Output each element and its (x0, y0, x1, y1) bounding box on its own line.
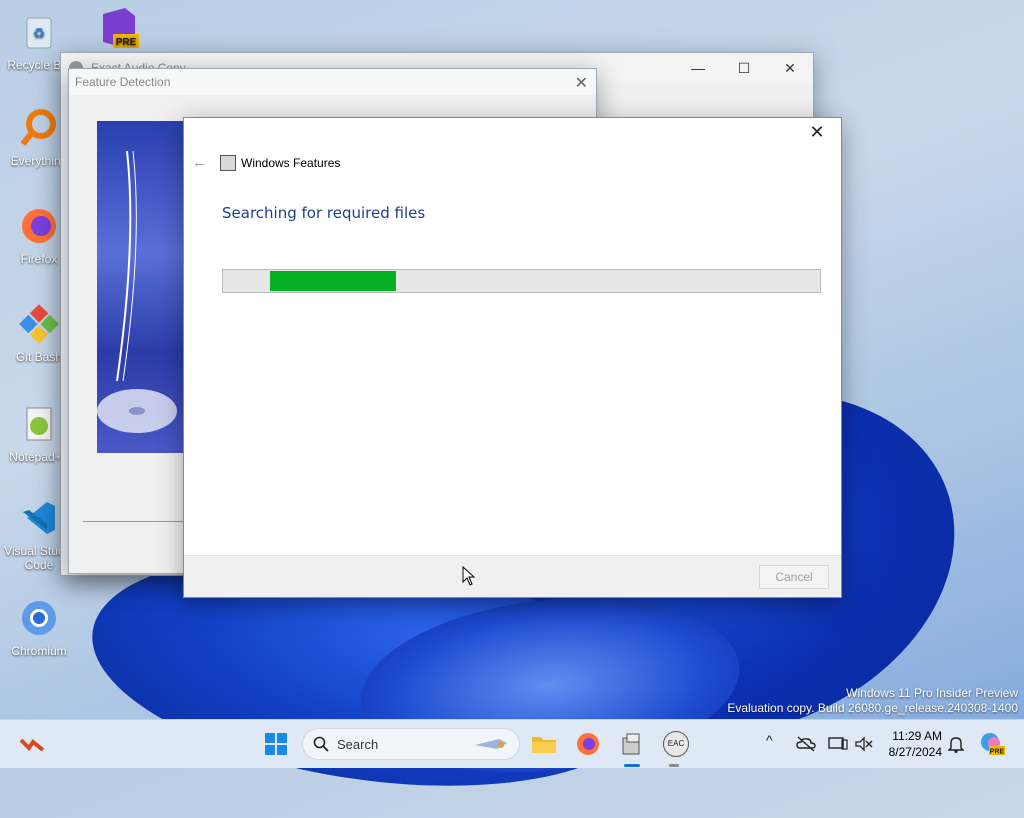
dialog-footer: Cancel (184, 555, 841, 597)
clock[interactable]: 11:29 AM 8/27/2024 (889, 728, 942, 760)
start-icon[interactable] (262, 730, 290, 758)
eac-icon: EAC (663, 731, 689, 757)
taskbar-search-box[interactable]: Search (302, 728, 520, 760)
progress-bar (222, 269, 821, 293)
maximize-button[interactable]: ☐ (721, 53, 767, 83)
feature-detection-close-button[interactable]: ✕ (575, 73, 588, 93)
firefox-icon (17, 204, 61, 248)
clock-time: 11:29 AM (892, 729, 942, 743)
desktop-icon-vs-preview[interactable]: PRE (82, 6, 152, 54)
eac-taskbar-icon[interactable]: EAC (662, 730, 690, 758)
running-app-indicator (669, 764, 679, 767)
search-highlight-icon (475, 739, 507, 749)
copilot-pre-icon[interactable]: PRE (978, 730, 1006, 758)
notifications-bell-icon[interactable] (942, 730, 970, 758)
watermark-line-2: Evaluation copy. Build 26080.ge_release.… (727, 701, 1018, 715)
setup-app-icon[interactable] (618, 730, 646, 758)
widgets-icon[interactable] (18, 730, 46, 758)
divider (83, 521, 183, 522)
desktop-icon-label: Chromium (11, 644, 67, 658)
firefox-taskbar-icon[interactable] (574, 730, 602, 758)
evaluation-watermark: Windows 11 Pro Insider Preview Evaluatio… (727, 686, 1018, 716)
desktop-icon-chromium[interactable]: Chromium (4, 596, 74, 658)
cancel-button[interactable]: Cancel (759, 565, 829, 589)
clock-date: 8/27/2024 (888, 745, 942, 759)
windows-features-dialog[interactable]: ✕ ← Windows Features Searching for requi… (183, 117, 842, 598)
search-icon (313, 736, 329, 752)
dialog-title: Windows Features (241, 156, 341, 170)
git-bash-icon (17, 302, 61, 346)
status-heading: Searching for required files (222, 204, 426, 222)
notepad-plus-plus-icon (17, 402, 61, 446)
music-artwork-image (97, 121, 185, 453)
pre-badge: PRE (990, 749, 1005, 756)
everything-search-icon (17, 106, 61, 150)
chromium-icon (17, 596, 61, 640)
close-button[interactable]: ✕ (767, 53, 813, 83)
recycle-bin-icon: ♻ (17, 10, 61, 54)
back-arrow-icon[interactable]: ← (192, 154, 207, 171)
minimize-button[interactable]: — (675, 53, 721, 83)
show-hidden-icons-button[interactable]: ^ (766, 732, 773, 748)
feature-detection-title: Feature Detection (69, 69, 596, 95)
vscode-icon (17, 496, 61, 540)
svg-text:♻: ♻ (33, 25, 46, 41)
mouse-cursor-icon (462, 566, 476, 586)
progress-bar-fill (269, 271, 397, 291)
search-placeholder: Search (337, 737, 379, 752)
onedrive-offline-icon[interactable] (792, 730, 820, 758)
file-explorer-icon[interactable] (530, 730, 558, 758)
windows-features-icon (220, 155, 236, 171)
close-button[interactable]: ✕ (803, 122, 831, 146)
active-app-indicator (624, 764, 640, 767)
volume-muted-icon[interactable] (850, 730, 878, 758)
pre-badge: PRE (116, 37, 137, 48)
watermark-line-1: Windows 11 Pro Insider Preview (846, 686, 1018, 700)
network-icon[interactable] (824, 730, 852, 758)
visual-studio-preview-icon: PRE (95, 6, 139, 50)
taskbar: Search EAC ^ 11:29 AM 8/27/2024 PRE (0, 719, 1024, 768)
